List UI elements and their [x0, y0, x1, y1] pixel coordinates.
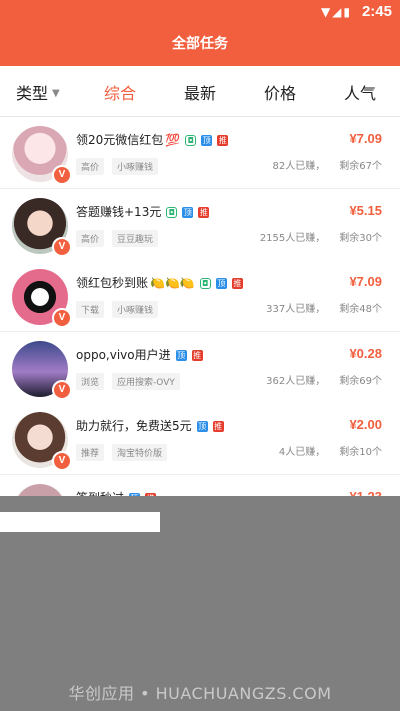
- task-title-row: 领红包秒到账 🍋🍋🍋 ◘ 顶推: [76, 274, 243, 291]
- task-list-item[interactable]: V 领20元微信红包 💯 ◘ 顶推 ¥7.09 高价 小啄赚钱 82人已赚， 剩余67个: [0, 117, 400, 189]
- task-list-item[interactable]: V 领红包秒到账 🍋🍋🍋 ◘ 顶推 ¥7.09 下载 小啄赚钱 337人已赚， 剩余48个: [0, 260, 400, 332]
- task-title: 领20元微信红包: [76, 133, 164, 147]
- status-icons: ▼◢▮: [320, 5, 352, 19]
- task-category-tag: 高价: [76, 158, 105, 175]
- task-category-tag: 浏览: [76, 372, 105, 390]
- task-title-emoji: 💯: [165, 133, 181, 147]
- status-time: 2:45: [361, 3, 392, 20]
- rec-icon: 推: [191, 349, 203, 361]
- task-remaining-count: 剩余30个: [339, 232, 382, 244]
- top-icon: 顶: [175, 349, 187, 361]
- rec-icon: 推: [198, 206, 210, 218]
- task-publisher-tag: 小啄赚钱: [112, 301, 159, 318]
- task-category-tag: 下载: [76, 301, 105, 318]
- task-publisher-tag: 豆豆趣玩: [112, 229, 159, 247]
- page-title: 全部任务: [172, 36, 228, 52]
- task-price: ¥0.28: [349, 345, 382, 361]
- task-stats: 362人已赚， 剩余69个: [266, 372, 382, 387]
- task-title-row: oppo,vivo用户进顶推: [76, 346, 203, 363]
- verified-v-icon: V: [52, 451, 72, 471]
- task-earned-count: 4人已赚，: [278, 447, 326, 458]
- task-title-row: 领20元微信红包 💯 ◘ 顶推: [76, 131, 229, 148]
- watermark: 华创应用 • HUACHUANGZS.COM: [68, 684, 332, 703]
- task-stats: 82人已赚， 剩余67个: [273, 157, 382, 172]
- task-tags: 高价 豆豆趣玩: [76, 227, 166, 247]
- task-earned-count: 2155人已赚，: [259, 232, 326, 244]
- overlay-notch: [0, 512, 160, 532]
- shield-icon: ◘: [199, 278, 211, 289]
- verified-v-icon: V: [52, 165, 72, 185]
- task-title: 答题赚钱+13元: [76, 204, 162, 219]
- rec-icon: 推: [217, 135, 229, 146]
- tab-latest[interactable]: 最新: [184, 80, 216, 104]
- top-icon: 顶: [201, 135, 213, 146]
- shield-icon: ◘: [185, 135, 197, 146]
- type-filter-label: 类型: [16, 84, 49, 103]
- task-stats: 4人已赚， 剩余10个: [279, 443, 382, 458]
- verified-v-icon: V: [52, 308, 72, 328]
- tab-price[interactable]: 价格: [264, 80, 296, 104]
- task-price: ¥7.09: [349, 131, 382, 146]
- task-tags: 下载 小啄赚钱: [76, 298, 166, 318]
- top-icon: 顶: [196, 421, 208, 432]
- tab-popularity[interactable]: 人气: [344, 80, 376, 104]
- task-list-item[interactable]: V 答题赚钱+13元 ◘ 顶推 ¥5.15 高价 豆豆趣玩 2155人已赚， 剩余30个: [0, 188, 400, 261]
- task-title: 领红包秒到账: [76, 276, 149, 290]
- rec-icon: 推: [212, 421, 224, 432]
- task-remaining-count: 剩余67个: [339, 161, 382, 172]
- caret-down-icon: ▼: [52, 88, 60, 99]
- top-icon: 顶: [215, 278, 227, 289]
- task-title-emoji: 🍋🍋🍋: [150, 276, 195, 290]
- task-remaining-count: 剩余10个: [339, 447, 382, 458]
- app-header: ▼◢▮ 2:45 全部任务: [0, 0, 400, 66]
- task-title: oppo,vivo用户进: [76, 347, 171, 362]
- task-price: ¥5.15: [349, 202, 382, 218]
- task-stats: 337人已赚， 剩余48个: [266, 300, 382, 315]
- shield-icon: ◘: [166, 206, 178, 218]
- task-earned-count: 337人已赚，: [266, 304, 326, 315]
- task-tags: 高价 小啄赚钱: [76, 155, 166, 175]
- filter-bar: 类型 ▼ 综合 最新 价格 人气: [0, 66, 400, 117]
- verified-v-icon: V: [52, 379, 72, 400]
- task-category-tag: 推荐: [76, 444, 105, 461]
- task-list-item[interactable]: V 助力就行，免费送5元顶推 ¥2.00 推荐 淘宝特价版 4人已赚， 剩余10个: [0, 403, 400, 475]
- task-title-row: 答题赚钱+13元 ◘ 顶推: [76, 203, 210, 220]
- type-filter-dropdown[interactable]: 类型 ▼: [16, 80, 60, 104]
- task-tags: 浏览 应用搜索-OVY: [76, 370, 188, 390]
- task-tags: 推荐 淘宝特价版: [76, 441, 175, 461]
- task-remaining-count: 剩余48个: [339, 304, 382, 315]
- task-title: 助力就行，免费送5元: [76, 419, 192, 433]
- task-publisher-tag: 应用搜索-OVY: [112, 372, 180, 390]
- task-stats: 2155人已赚， 剩余30个: [260, 229, 382, 244]
- top-icon: 顶: [182, 206, 194, 218]
- task-price: ¥7.09: [349, 274, 382, 289]
- task-earned-count: 362人已赚，: [266, 375, 326, 387]
- tab-comprehensive[interactable]: 综合: [104, 80, 136, 104]
- task-remaining-count: 剩余69个: [339, 375, 382, 387]
- verified-v-icon: V: [52, 236, 72, 257]
- task-publisher-tag: 淘宝特价版: [112, 444, 168, 461]
- task-earned-count: 82人已赚，: [272, 161, 326, 172]
- task-category-tag: 高价: [76, 229, 105, 247]
- rec-icon: 推: [231, 278, 243, 289]
- task-publisher-tag: 小啄赚钱: [112, 158, 159, 175]
- task-price: ¥2.00: [349, 417, 382, 432]
- task-list-item[interactable]: Voppo,vivo用户进顶推 ¥0.28 浏览 应用搜索-OVY 362人已赚， 剩余6…: [0, 331, 400, 404]
- task-title-row: 助力就行，免费送5元顶推: [76, 417, 224, 434]
